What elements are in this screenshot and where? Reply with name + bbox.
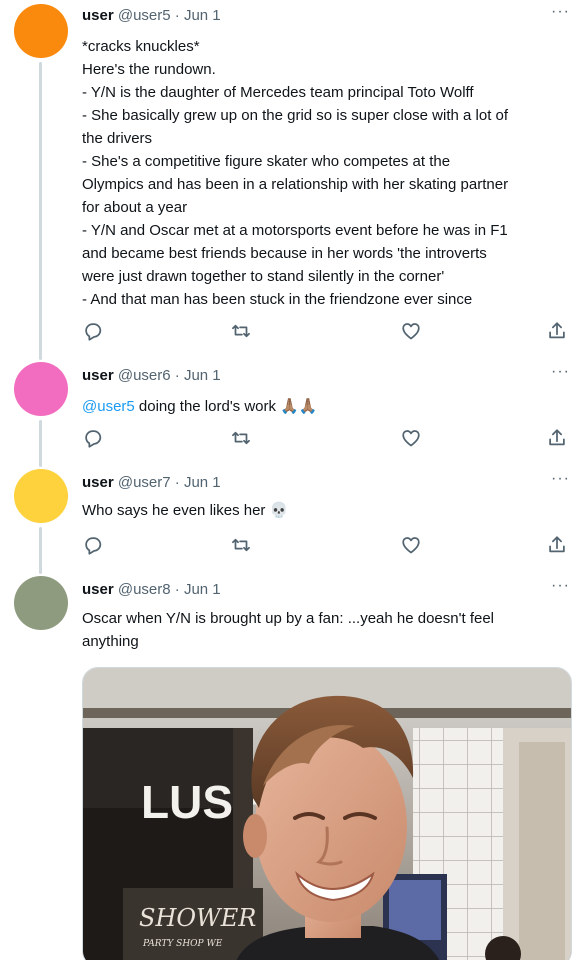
tweet-line: - Y/N is the daughter of Mercedes team p…: [82, 84, 474, 101]
tweet-line: - She basically grew up on the grid so i…: [82, 107, 509, 124]
tweet-header: user @user6 · Jun 1 ···: [82, 363, 572, 387]
tweet-line: - She's a competitive figure skater who …: [82, 153, 451, 170]
tweet-date[interactable]: · Jun 1: [175, 581, 221, 598]
tweet-date[interactable]: · Jun 1: [175, 7, 221, 24]
user-handle[interactable]: @user8: [118, 581, 171, 598]
display-name[interactable]: user: [82, 367, 114, 384]
reply-icon[interactable]: [82, 320, 104, 342]
tweet-line: Olympics and has been in a relationship …: [82, 176, 509, 193]
thread-line: [39, 62, 42, 360]
like-icon[interactable]: [400, 534, 422, 556]
reply-icon[interactable]: [82, 534, 104, 556]
tweet-header: user @user5 · Jun 1 ···: [82, 3, 572, 27]
tweet-line: - And that man has been stuck in the fri…: [82, 291, 473, 308]
more-options-icon[interactable]: ···: [551, 468, 570, 490]
tweet-line: - Y/N and Oscar met at a motorsports eve…: [82, 222, 508, 239]
like-icon[interactable]: [400, 427, 422, 449]
tweet-line: Oscar when Y/N is brought up by a fan: .…: [82, 610, 495, 627]
tweet-user5[interactable]: user @user5 · Jun 1 ··· *cracks knuckles…: [0, 0, 586, 360]
display-name[interactable]: user: [82, 581, 114, 598]
mention-link[interactable]: @user5: [82, 398, 135, 415]
tweet-line: @user5 doing the lord's work 🙏🏽🙏🏽: [82, 395, 574, 418]
tweet-actions: [82, 534, 572, 558]
tweet-header: user @user8 · Jun 1 ···: [82, 577, 572, 601]
retweet-icon[interactable]: [230, 534, 252, 556]
avatar[interactable]: [14, 4, 68, 58]
thread-line: [39, 527, 42, 574]
display-name[interactable]: user: [82, 7, 114, 24]
tweet-text: @user5 doing the lord's work 🙏🏽🙏🏽: [82, 395, 574, 418]
shop-sign-text: SHOWER: [139, 904, 256, 932]
retweet-icon[interactable]: [230, 427, 252, 449]
tweet-line: Who says he even likes her 💀: [82, 502, 289, 519]
tweet-user6[interactable]: user @user6 · Jun 1 ··· @user5 doing the…: [0, 360, 586, 467]
user-handle[interactable]: @user6: [118, 367, 171, 384]
tweet-line: Here's the rundown.: [82, 61, 216, 78]
share-icon[interactable]: [546, 534, 568, 556]
reply-icon[interactable]: [82, 427, 104, 449]
display-name[interactable]: user: [82, 474, 114, 491]
tweet-actions: [82, 427, 572, 451]
tweet-text-rest: doing the lord's work 🙏🏽🙏🏽: [134, 398, 318, 415]
like-icon[interactable]: [400, 320, 422, 342]
tweet-line: for about a year: [82, 199, 188, 216]
retweet-icon[interactable]: [230, 320, 252, 342]
photo-illustration: LUSH SHOWER PARTY SHOP WE: [83, 668, 571, 960]
user-handle[interactable]: @user5: [118, 7, 171, 24]
share-icon[interactable]: [546, 320, 568, 342]
more-options-icon[interactable]: ···: [551, 1, 570, 23]
tweet-line: were just drawn together to stand silent…: [82, 268, 445, 285]
tweet-line: anything: [82, 633, 139, 650]
user-handle[interactable]: @user7: [118, 474, 171, 491]
avatar[interactable]: [14, 576, 68, 630]
tweet-photo[interactable]: LUSH SHOWER PARTY SHOP WE: [82, 667, 572, 960]
tweet-date[interactable]: · Jun 1: [175, 474, 221, 491]
tweet-date[interactable]: · Jun 1: [175, 367, 221, 384]
tweet-text: *cracks knuckles* Here's the rundown. - …: [82, 35, 574, 311]
more-options-icon[interactable]: ···: [551, 361, 570, 383]
thread-line: [39, 420, 42, 467]
tweet-line: *cracks knuckles*: [82, 38, 200, 55]
tweet-text: Oscar when Y/N is brought up by a fan: .…: [82, 607, 574, 653]
tweet-line: and became best friends because in her w…: [82, 245, 487, 262]
tweet-text: Who says he even likes her 💀: [82, 499, 574, 522]
shop-sub-text: PARTY SHOP WE: [142, 939, 223, 949]
more-options-icon[interactable]: ···: [551, 575, 570, 597]
tweet-header: user @user7 · Jun 1 ···: [82, 470, 572, 494]
tweet-line: the drivers: [82, 130, 153, 147]
share-icon[interactable]: [546, 427, 568, 449]
avatar[interactable]: [14, 469, 68, 523]
tweet-user7[interactable]: user @user7 · Jun 1 ··· Who says he even…: [0, 467, 586, 574]
avatar[interactable]: [14, 362, 68, 416]
tweet-actions: [82, 320, 572, 344]
